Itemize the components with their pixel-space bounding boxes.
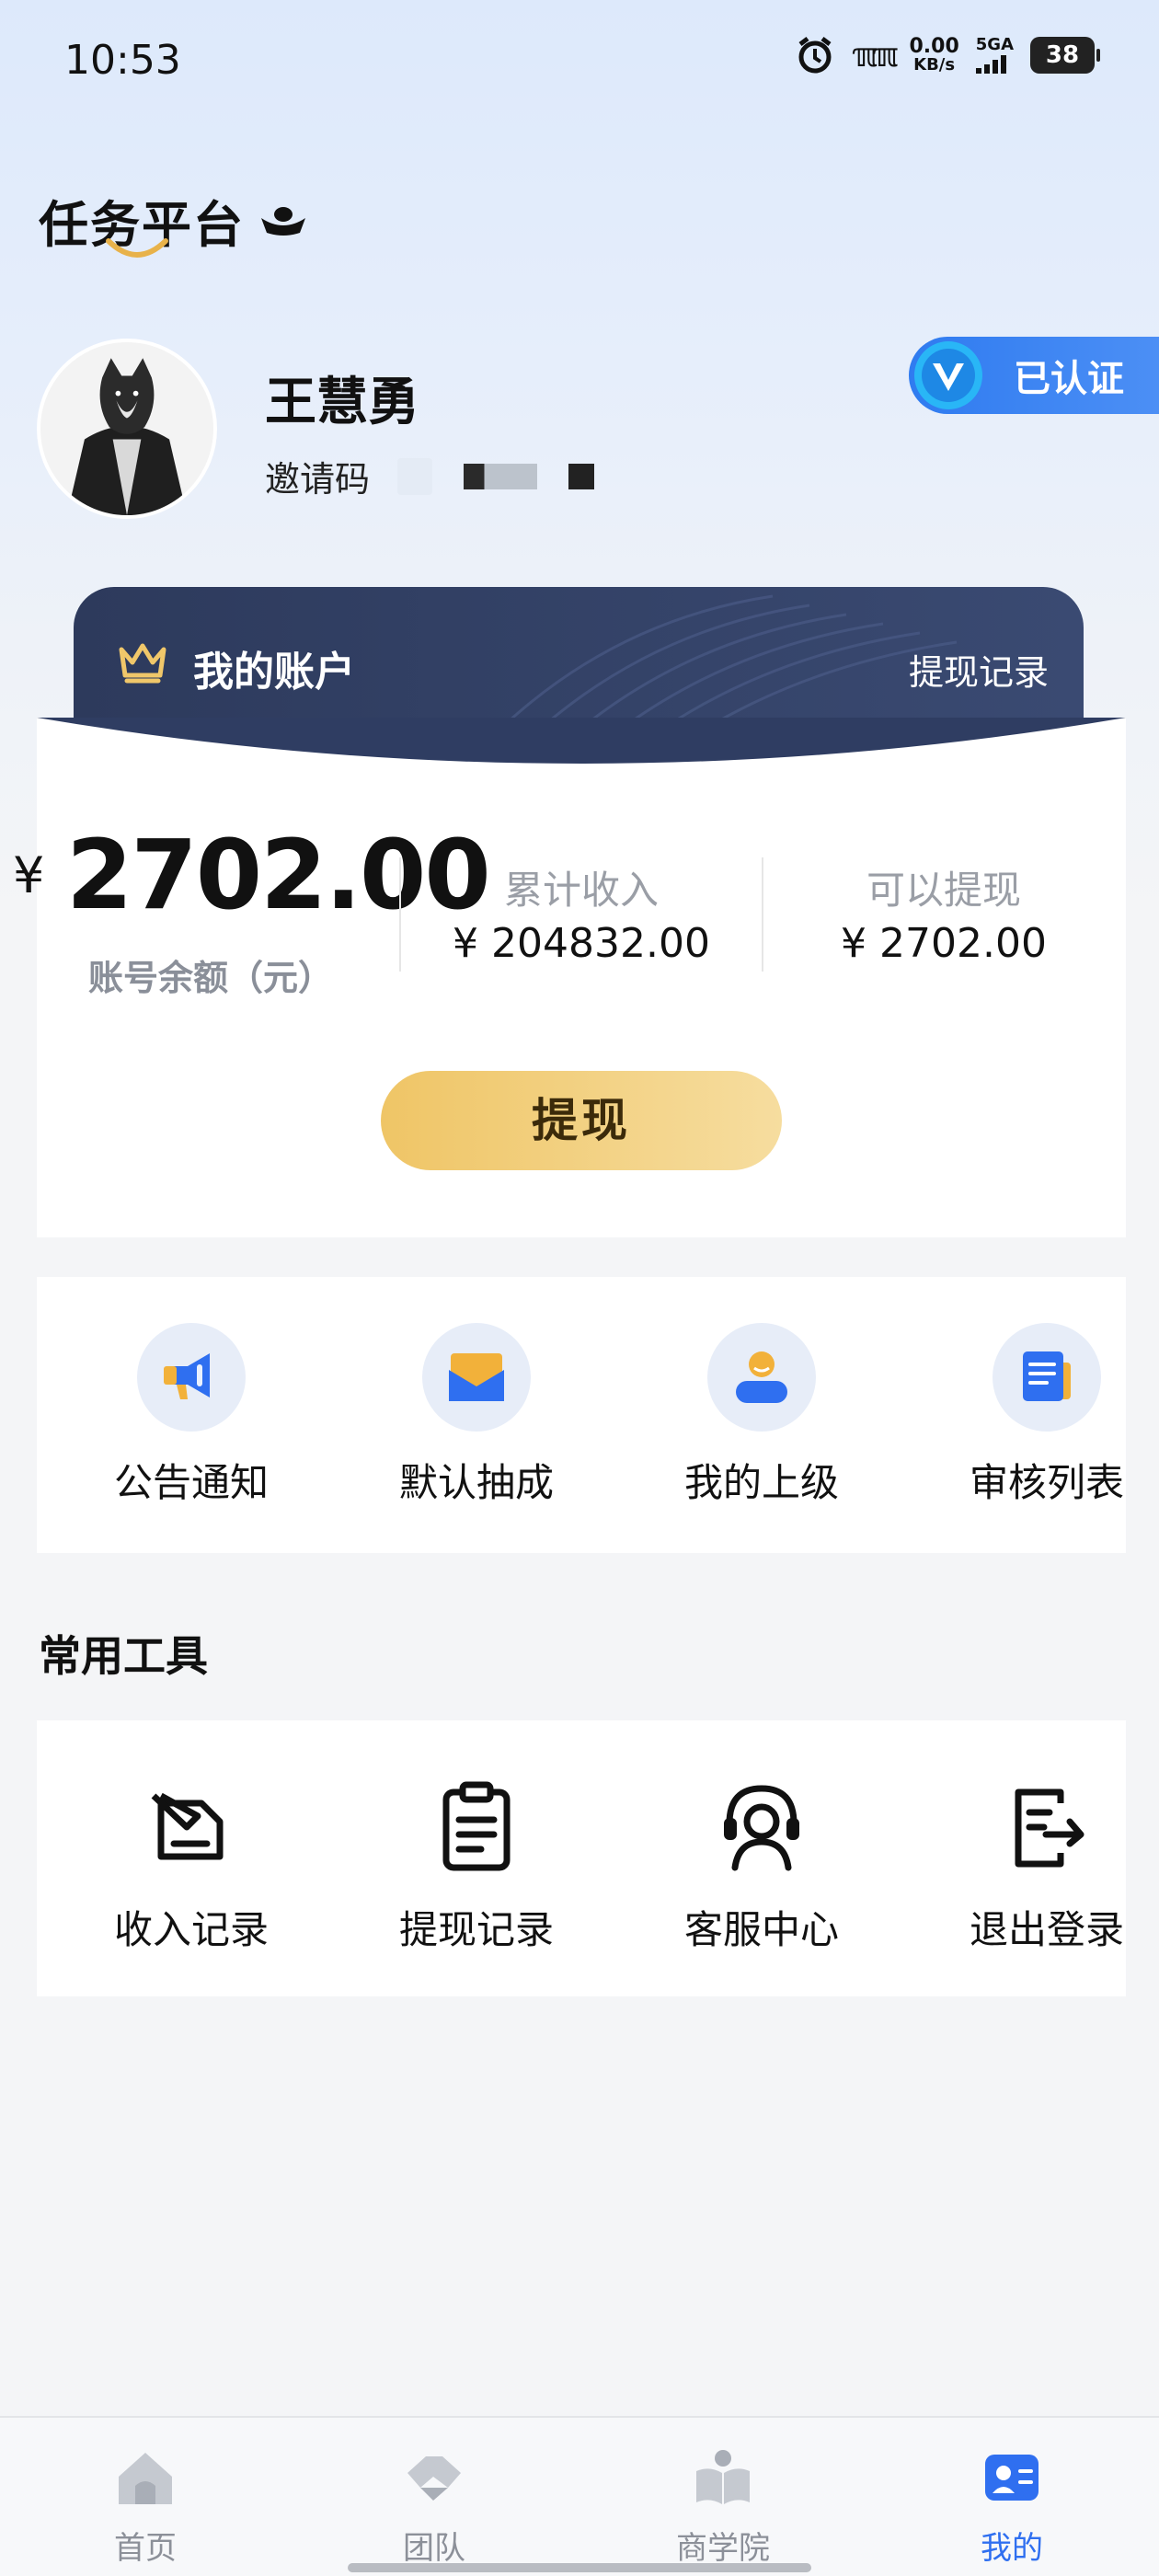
quick-item-announcement[interactable]: 公告通知 bbox=[90, 1323, 293, 1508]
signal-icon: 5GA bbox=[975, 35, 1014, 74]
income-record-icon bbox=[151, 1792, 224, 1860]
quick-item-label: 我的上级 bbox=[683, 1460, 839, 1505]
alarm-icon bbox=[798, 37, 832, 74]
tab-profile[interactable]: 我的 bbox=[920, 2445, 1104, 2568]
quick-item-label: 公告通知 bbox=[113, 1460, 269, 1505]
tools-grid: 收入记录 提现记录 客服中心 退出登录 bbox=[37, 1720, 1126, 1996]
quick-item-review-list[interactable]: 审核列表 bbox=[946, 1323, 1148, 1508]
withdraw-button[interactable]: 提现 bbox=[381, 1071, 782, 1170]
invite-code-row: 邀请码 bbox=[265, 451, 595, 501]
quick-menu: 公告通知 默认抽成 我的上级 审核列表 bbox=[37, 1277, 1126, 1553]
quick-item-label: 默认抽成 bbox=[398, 1460, 554, 1505]
nfc-icon: ℼℼ bbox=[851, 36, 899, 75]
net-speed: 0.00 KB/s bbox=[909, 37, 958, 74]
tool-withdraw-record[interactable]: 提现记录 bbox=[375, 1776, 578, 1955]
network-type: 5GA bbox=[975, 35, 1014, 54]
total-income-value: ¥ 204832.00 bbox=[453, 920, 710, 967]
invite-code-masked bbox=[397, 457, 595, 495]
tab-business-school[interactable]: 商学院 bbox=[631, 2445, 815, 2568]
user-name: 王慧勇 bbox=[265, 373, 419, 432]
card-curve bbox=[37, 718, 1126, 791]
tool-label: 客服中心 bbox=[683, 1907, 839, 1952]
tab-team[interactable]: 团队 bbox=[342, 2445, 526, 2568]
net-speed-value: 0.00 bbox=[909, 35, 959, 58]
battery-icon: 38 bbox=[1030, 37, 1100, 74]
home-indicator[interactable] bbox=[348, 2563, 811, 2572]
avatar-image bbox=[40, 342, 213, 515]
team-icon bbox=[407, 2456, 461, 2501]
tab-label: 商学院 bbox=[676, 2530, 770, 2567]
tool-income-record[interactable]: 收入记录 bbox=[90, 1776, 293, 1955]
tool-label: 提现记录 bbox=[398, 1907, 554, 1952]
invite-code-label: 邀请码 bbox=[265, 459, 371, 500]
tab-home[interactable]: 首页 bbox=[53, 2445, 237, 2568]
status-icons: ℼℼ 0.00 KB/s 5GA 38 bbox=[795, 35, 1100, 75]
verified-label: 已认证 bbox=[1014, 358, 1124, 400]
book-icon bbox=[696, 2450, 750, 2504]
tool-customer-service[interactable]: 客服中心 bbox=[660, 1776, 863, 1955]
currency-symbol: ¥ bbox=[13, 846, 45, 904]
crown-icon bbox=[119, 643, 166, 684]
withdrawable-label: 可以提现 bbox=[866, 868, 1021, 913]
divider bbox=[399, 857, 401, 972]
account-title: 我的账户 bbox=[193, 649, 355, 696]
person-icon bbox=[736, 1351, 787, 1403]
tool-label: 收入记录 bbox=[113, 1907, 269, 1952]
profile-icon bbox=[985, 2455, 1039, 2501]
verified-v-icon bbox=[914, 341, 982, 409]
logout-icon bbox=[1015, 1788, 1084, 1868]
verified-badge[interactable]: 已认证 bbox=[909, 337, 1159, 414]
headset-icon bbox=[724, 1785, 799, 1871]
tool-label: 退出登录 bbox=[969, 1907, 1124, 1952]
divider bbox=[762, 857, 763, 972]
clipboard-icon bbox=[442, 1781, 511, 1871]
brand-header: 任务平台 bbox=[39, 184, 307, 258]
tools-section-title: 常用工具 bbox=[39, 1631, 208, 1681]
home-icon bbox=[119, 2453, 172, 2504]
tab-label: 团队 bbox=[403, 2530, 465, 2567]
tab-label: 我的 bbox=[981, 2530, 1043, 2567]
bottom-tab-bar: 首页 团队 商学院 我的 bbox=[0, 2416, 1159, 2576]
total-income-label: 累计收入 bbox=[503, 868, 659, 913]
status-bar: 10:53 ℼℼ 0.00 KB/s 5GA 38 bbox=[0, 0, 1159, 129]
quick-item-label: 审核列表 bbox=[969, 1460, 1124, 1505]
avatar[interactable] bbox=[37, 339, 217, 519]
status-time: 10:53 bbox=[64, 37, 181, 84]
ingot-icon bbox=[261, 206, 305, 236]
smile-logo-icon bbox=[106, 238, 168, 258]
tab-label: 首页 bbox=[114, 2530, 177, 2567]
withdrawable-value: ¥ 2702.00 bbox=[841, 920, 1047, 967]
quick-item-superior[interactable]: 我的上级 bbox=[660, 1323, 863, 1508]
net-speed-unit: KB/s bbox=[913, 55, 956, 75]
account-balance-label: 账号余额（元） bbox=[88, 958, 334, 998]
tool-logout[interactable]: 退出登录 bbox=[946, 1776, 1148, 1955]
megaphone-icon bbox=[164, 1353, 210, 1399]
withdraw-history-link[interactable]: 提现记录 bbox=[909, 644, 1049, 695]
quick-item-commission[interactable]: 默认抽成 bbox=[375, 1323, 578, 1508]
document-list-icon bbox=[1023, 1351, 1071, 1401]
envelope-icon bbox=[449, 1353, 504, 1401]
